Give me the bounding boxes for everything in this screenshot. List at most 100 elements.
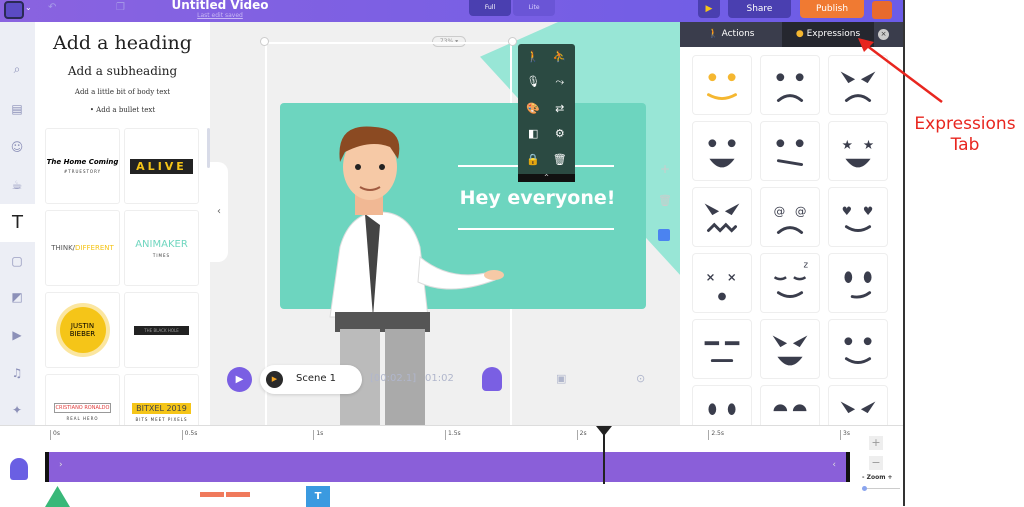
annotation-line2: Tab <box>950 135 980 155</box>
zoom-in-button[interactable]: + <box>869 436 883 450</box>
effects-icon[interactable]: ✦ <box>6 399 28 421</box>
text-template-card[interactable]: THINK/DIFFERENT <box>45 210 120 286</box>
text-template-card[interactable]: ALIVE <box>124 128 199 204</box>
face-icon <box>704 341 740 363</box>
app-logo[interactable] <box>4 1 24 19</box>
lock-icon[interactable]: 🔒 <box>522 153 545 174</box>
video-icon[interactable]: ▶ <box>6 324 28 346</box>
expression-angry-grin[interactable] <box>760 319 820 379</box>
view-lite-toggle[interactable]: Lite <box>513 0 555 16</box>
image-icon[interactable]: ◩ <box>6 286 28 308</box>
scene-icon[interactable]: ▤ <box>6 98 28 120</box>
expression-closed-z-smile[interactable]: z <box>760 253 820 313</box>
expression-dots-big-smirk[interactable] <box>828 253 888 313</box>
character-avatar-icon[interactable] <box>482 367 502 391</box>
swap-icon[interactable]: ⇄ <box>549 102 572 123</box>
add-subheading[interactable]: Add a subheading <box>35 64 210 78</box>
props-icon[interactable]: ☕ <box>6 174 28 196</box>
user-avatar[interactable] <box>872 1 892 19</box>
music-icon[interactable]: ♫ <box>6 362 28 384</box>
ruler-tick: 3s <box>840 430 850 440</box>
collapse-panel-button[interactable]: ‹ <box>210 162 228 262</box>
preview-play-button[interactable]: ▶ <box>698 0 720 18</box>
expression-hearts-smile[interactable]: ♥ ♥ <box>828 187 888 247</box>
face-icon: z <box>773 261 809 298</box>
expression-lines-flat[interactable] <box>692 319 752 379</box>
template-subtitle: #TRUESTORY <box>63 169 102 174</box>
total-time: 01:02 <box>425 373 454 384</box>
add-heading[interactable]: Add a heading <box>35 32 210 54</box>
resize-handle[interactable] <box>508 37 517 46</box>
text-template-card[interactable]: THE BLACK HOLE <box>124 292 199 368</box>
expression-angry-zigzag[interactable] <box>692 187 752 247</box>
template-title: The Home Coming <box>46 158 119 166</box>
scene-play-icon[interactable]: ▶ <box>266 371 283 388</box>
screenshot-icon[interactable]: ⊙ <box>636 372 645 385</box>
play-scene-button[interactable]: ▶ <box>227 367 252 392</box>
expression-dots-yellow-smile-yellow[interactable] <box>692 55 752 115</box>
scene-pill[interactable]: ▶ Scene 1 <box>260 365 362 394</box>
zoom-out-button[interactable]: − <box>869 456 883 470</box>
add-body-text[interactable]: Add a little bit of body text <box>35 88 210 96</box>
character-track-icon[interactable] <box>10 458 28 480</box>
face-icon <box>776 139 804 166</box>
copy-icon[interactable]: ❐ <box>116 2 125 13</box>
text-template-card[interactable]: ANIMAKER TIMES <box>124 210 199 286</box>
track-right-handle[interactable]: ‹ <box>832 460 836 470</box>
face-icon <box>707 73 737 100</box>
ruler-tick: 2.5s <box>708 430 724 440</box>
video-title[interactable]: Untitled Video <box>160 0 280 12</box>
track-left-handle[interactable]: › <box>59 460 63 470</box>
add-icon[interactable]: + <box>660 162 670 176</box>
character-icon[interactable]: ☺ <box>6 136 28 158</box>
annotation-label: Expressions Tab <box>905 114 1024 156</box>
microphone-icon[interactable]: 🎙 <box>522 75 545 97</box>
view-full-toggle[interactable]: Full <box>469 0 511 16</box>
text-template-card[interactable]: The Home Coming #TRUESTORY <box>45 128 120 204</box>
action-walk-icon[interactable]: 🚶 <box>522 50 545 71</box>
expression-dots-skew[interactable] <box>760 121 820 181</box>
motion-path-icon[interactable]: ⤳ <box>549 75 572 97</box>
settings-icon[interactable]: ⚙ <box>549 127 572 148</box>
add-bullet-text[interactable]: • Add a bullet text <box>35 106 210 114</box>
publish-button[interactable]: Publish <box>800 0 864 18</box>
expression-dots-smile[interactable] <box>828 319 888 379</box>
resize-handle[interactable] <box>260 37 269 46</box>
shape-item[interactable] <box>45 486 70 507</box>
video-preview-icon[interactable]: ▣ <box>556 372 566 385</box>
chevron-down-icon[interactable]: ⌄ <box>25 3 32 12</box>
delete-icon[interactable]: 🗑 <box>549 153 572 174</box>
expression-dots-frown[interactable] <box>760 55 820 115</box>
zoom-slider-thumb[interactable] <box>862 486 867 491</box>
search-icon[interactable]: ⌕ <box>6 58 28 80</box>
playhead-handle[interactable] <box>596 426 612 436</box>
svg-text:×: × <box>706 270 716 284</box>
add-action-icon[interactable]: ⛹ <box>549 50 572 71</box>
palette-icon[interactable]: 🎨 <box>522 102 545 123</box>
expression-dots-grin[interactable] <box>692 121 752 181</box>
expression-stars-grin[interactable]: ★ ★ <box>828 121 888 181</box>
opacity-icon[interactable]: ◧ <box>522 127 545 148</box>
expression-x-o[interactable]: × × <box>692 253 752 313</box>
undo-icon[interactable]: ↶ <box>48 2 56 13</box>
bg-icon[interactable]: ▢ <box>6 250 28 272</box>
line-item[interactable] <box>200 492 224 497</box>
template-title: CRISTIANO RONALDO <box>53 403 112 413</box>
text-icon[interactable]: T <box>0 204 35 242</box>
share-button[interactable]: Share <box>728 0 791 18</box>
scene-track[interactable]: › ‹ <box>45 452 850 482</box>
face-icon: × × <box>706 270 737 301</box>
toolbar-collapse-icon[interactable]: ^ <box>518 174 575 182</box>
playhead[interactable] <box>596 426 612 484</box>
trash-icon[interactable]: 🗑 <box>658 194 672 207</box>
zoom-slider[interactable] <box>862 486 900 491</box>
layer-button[interactable] <box>658 229 670 241</box>
text-template-grid: The Home Coming #TRUESTORY ALIVE THINK/DIFF… <box>45 128 203 450</box>
text-item[interactable]: T <box>306 486 330 507</box>
left-rail: ⌕▤☺☕T▢◩▶♫✦↑ <box>0 22 35 452</box>
tab-actions[interactable]: 🚶 Actions <box>680 22 782 47</box>
text-template-card[interactable]: JUSTIN BIEBER <box>45 292 120 368</box>
line-item[interactable] <box>226 492 250 497</box>
annotation-line1: Expressions <box>914 114 1016 134</box>
expression-spiral-frown[interactable]: @ @ <box>760 187 820 247</box>
